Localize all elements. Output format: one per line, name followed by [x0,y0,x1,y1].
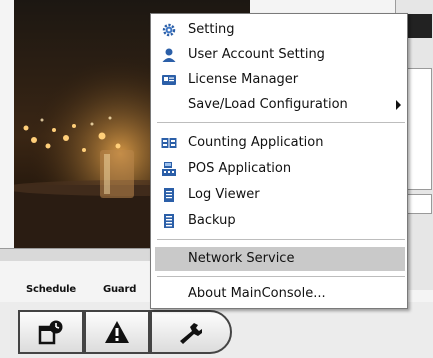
menu-item-log-viewer[interactable]: Log Viewer [155,183,405,207]
schedule-button[interactable] [18,310,84,354]
backup-icon [164,214,174,228]
log-document-icon [164,188,174,202]
bottom-toolbar [0,302,433,358]
menu-item-label: Setting [188,22,235,37]
menu-item-label: License Manager [188,72,299,87]
menu-item-label: Log Viewer [188,187,260,202]
menu-item-label: Save/Load Configuration [188,97,348,112]
menu-item-label: User Account Setting [188,47,325,62]
menu-item-counting-application[interactable]: Counting Application [155,131,405,155]
menu-item-backup[interactable]: Backup [155,209,405,233]
menu-item-label: Counting Application [188,135,324,150]
submenu-arrow-icon [396,100,401,110]
tab-guard[interactable]: Guard [103,284,136,295]
counting-icon [161,138,177,148]
menu-item-pos-application[interactable]: POS Application [155,157,405,181]
menu-item-label: Backup [188,213,236,228]
panel-field[interactable] [404,194,432,214]
tools-button[interactable] [150,310,232,354]
license-card-icon [162,75,176,85]
menu-item-label: Network Service [188,251,295,266]
menu-item-setting[interactable]: Setting [155,18,405,42]
menu-item-license-manager[interactable]: License Manager [155,68,405,92]
menu-item-save-load-configuration[interactable]: Save/Load Configuration [155,93,405,117]
menu-separator [157,122,405,123]
view-tabs: Schedule Guard [0,278,160,302]
context-menu: Setting User Account Setting License Man… [150,13,408,309]
user-icon [162,48,176,62]
menu-item-label: POS Application [188,161,292,176]
menu-separator [157,239,405,240]
panel-display-box [404,68,432,190]
wrench-tool-icon [180,323,202,344]
menu-item-label: About MainConsole... [188,286,326,301]
menu-item-about-mainconsole[interactable]: About MainConsole... [155,282,405,306]
pos-terminal-icon [162,162,176,176]
menu-item-network-service[interactable]: Network Service [155,247,405,271]
gear-icon [162,23,176,37]
menu-separator [157,276,405,277]
schedule-clock-icon [38,320,63,345]
alarm-button[interactable] [84,310,150,354]
tab-schedule[interactable]: Schedule [26,284,76,295]
menu-item-user-account-setting[interactable]: User Account Setting [155,43,405,67]
warning-triangle-icon [105,321,129,343]
